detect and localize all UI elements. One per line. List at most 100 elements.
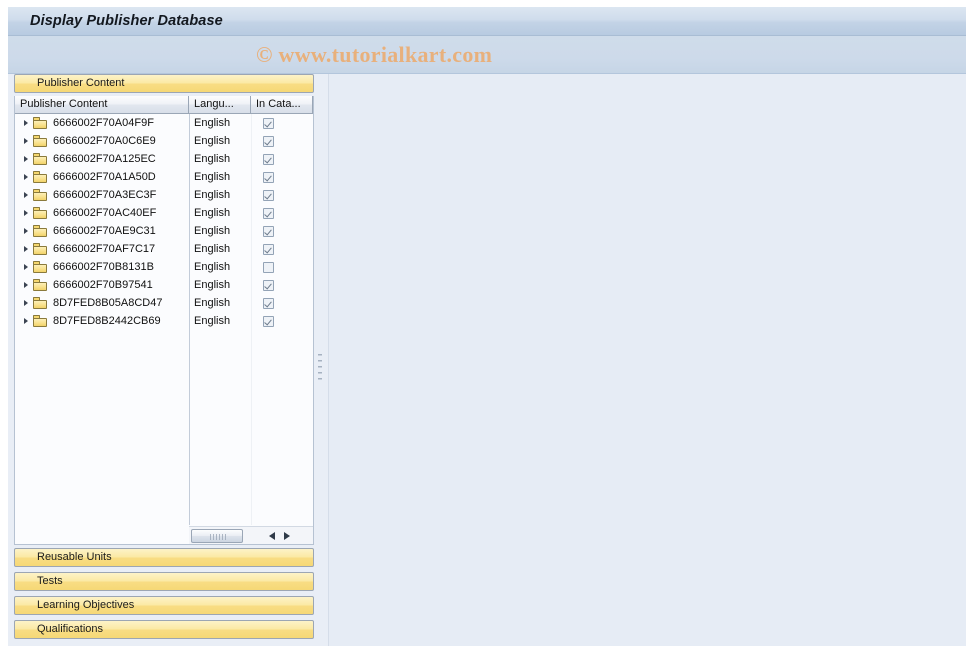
cell-publisher-content: 8D7FED8B2442CB69: [15, 312, 189, 330]
row-label: 8D7FED8B2442CB69: [53, 315, 161, 327]
table-row[interactable]: 6666002F70AE9C31 English: [15, 222, 313, 240]
in-catalog-checkbox[interactable]: [263, 261, 274, 273]
publisher-content-tree: Publisher Content Langu... In Cata... 66…: [14, 96, 314, 545]
folder-icon: [33, 171, 48, 183]
column-header-label: Langu...: [194, 98, 234, 110]
table-row[interactable]: 6666002F70AF7C17 English: [15, 240, 313, 258]
grip-dots-icon: [210, 533, 226, 540]
cell-in-catalog: [251, 168, 313, 186]
row-label: 6666002F70A125EC: [53, 153, 156, 165]
in-catalog-checkbox[interactable]: [263, 117, 274, 129]
expand-arrow-icon[interactable]: [21, 168, 33, 186]
cell-publisher-content: 6666002F70AE9C31: [15, 222, 189, 240]
expand-arrow-icon[interactable]: [21, 222, 33, 240]
panel-header-qualifications[interactable]: Qualifications: [14, 620, 314, 639]
application-window: Display Publisher Database © www.tutoria…: [8, 6, 966, 646]
cell-publisher-content: 6666002F70AC40EF: [15, 204, 189, 222]
panel-header-reusable-units[interactable]: Reusable Units: [14, 548, 314, 567]
cell-language: English: [194, 297, 231, 309]
expand-arrow-icon[interactable]: [21, 204, 33, 222]
column-header-publisher-content[interactable]: Publisher Content: [15, 96, 189, 114]
window-title-bar: Display Publisher Database: [8, 6, 966, 36]
in-catalog-checkbox[interactable]: [263, 243, 274, 255]
expand-arrow-icon[interactable]: [21, 294, 33, 312]
in-catalog-checkbox[interactable]: [263, 279, 274, 291]
cell-language: English: [194, 315, 231, 327]
cell-in-catalog: [251, 186, 313, 204]
in-catalog-checkbox[interactable]: [263, 189, 274, 201]
cell-language: English: [194, 171, 231, 183]
splitter-grip-icon: [318, 354, 322, 382]
cell-in-catalog: [251, 204, 313, 222]
cell-in-catalog: [251, 312, 313, 330]
column-header-in-catalog[interactable]: In Cata...: [251, 96, 313, 114]
in-catalog-checkbox[interactable]: [263, 315, 274, 327]
expand-arrow-icon[interactable]: [21, 258, 33, 276]
panel-header-learning-objectives[interactable]: Learning Objectives: [14, 596, 314, 615]
folder-icon: [33, 297, 48, 309]
cell-publisher-content: 6666002F70A0C6E9: [15, 132, 189, 150]
cell-publisher-content: 8D7FED8B05A8CD47: [15, 294, 189, 312]
in-catalog-checkbox[interactable]: [263, 171, 274, 183]
expand-arrow-icon[interactable]: [21, 132, 33, 150]
left-panel-stack: Publisher Content Publisher Content Lang…: [14, 74, 316, 646]
scroll-left-arrow-icon[interactable]: [265, 529, 280, 543]
scroll-right-arrow-icon[interactable]: [280, 529, 295, 543]
cell-language: English: [194, 261, 231, 273]
panel-header-tests[interactable]: Tests: [14, 572, 314, 591]
row-label: 6666002F70B97541: [53, 279, 153, 291]
column-header-language[interactable]: Langu...: [189, 96, 251, 114]
in-catalog-checkbox[interactable]: [263, 207, 274, 219]
expand-arrow-icon[interactable]: [21, 150, 33, 168]
table-row[interactable]: 6666002F70B97541 English: [15, 276, 313, 294]
row-label: 6666002F70B8131B: [53, 261, 154, 273]
table-row[interactable]: 6666002F70A04F9F English: [15, 114, 313, 132]
folder-icon: [33, 189, 48, 201]
table-row[interactable]: 6666002F70A3EC3F English: [15, 186, 313, 204]
cell-publisher-content: 6666002F70B97541: [15, 276, 189, 294]
in-catalog-checkbox[interactable]: [263, 297, 274, 309]
in-catalog-checkbox[interactable]: [263, 153, 274, 165]
horizontal-scrollbar[interactable]: [189, 526, 313, 544]
scrollbar-thumb[interactable]: [191, 528, 243, 543]
table-row[interactable]: 6666002F70B8131B English: [15, 258, 313, 276]
header-toolbar-band: © www.tutorialkart.com: [8, 36, 966, 74]
folder-icon: [33, 279, 48, 291]
table-row[interactable]: 8D7FED8B05A8CD47 English: [15, 294, 313, 312]
expand-arrow-icon[interactable]: [21, 276, 33, 294]
expand-arrow-icon[interactable]: [21, 240, 33, 258]
cell-language: English: [194, 153, 231, 165]
panel-header-publisher-content[interactable]: Publisher Content: [14, 74, 314, 93]
watermark-text: © www.tutorialkart.com: [256, 42, 493, 67]
table-row[interactable]: 6666002F70A0C6E9 English: [15, 132, 313, 150]
cell-in-catalog: [251, 150, 313, 168]
panel-header-label: Reusable Units: [37, 551, 112, 563]
cell-in-catalog: [251, 294, 313, 312]
folder-icon: [33, 315, 48, 327]
in-catalog-checkbox[interactable]: [263, 225, 274, 237]
folder-icon: [33, 117, 48, 129]
cell-language: English: [194, 225, 231, 237]
table-row[interactable]: 6666002F70AC40EF English: [15, 204, 313, 222]
cell-publisher-content: 6666002F70B8131B: [15, 258, 189, 276]
expand-arrow-icon[interactable]: [21, 114, 33, 132]
table-row[interactable]: 6666002F70A125EC English: [15, 150, 313, 168]
cell-language: English: [194, 243, 231, 255]
column-header-label: Publisher Content: [20, 98, 108, 110]
panel-header-label: Qualifications: [37, 623, 104, 635]
main-content-area: Publisher Content Publisher Content Lang…: [8, 74, 966, 646]
cell-language: English: [194, 135, 231, 147]
column-header-label: In Cata...: [256, 98, 301, 110]
table-row[interactable]: 8D7FED8B2442CB69 English: [15, 312, 313, 330]
cell-publisher-content: 6666002F70A125EC: [15, 150, 189, 168]
folder-icon: [33, 261, 48, 273]
detail-canvas-pane: [328, 74, 966, 646]
expand-arrow-icon[interactable]: [21, 312, 33, 330]
expand-arrow-icon[interactable]: [21, 186, 33, 204]
cell-publisher-content: 6666002F70A3EC3F: [15, 186, 189, 204]
cell-publisher-content: 6666002F70A1A50D: [15, 168, 189, 186]
table-row[interactable]: 6666002F70A1A50D English: [15, 168, 313, 186]
folder-icon: [33, 153, 48, 165]
in-catalog-checkbox[interactable]: [263, 135, 274, 147]
tree-column-header-row: Publisher Content Langu... In Cata...: [15, 96, 313, 114]
